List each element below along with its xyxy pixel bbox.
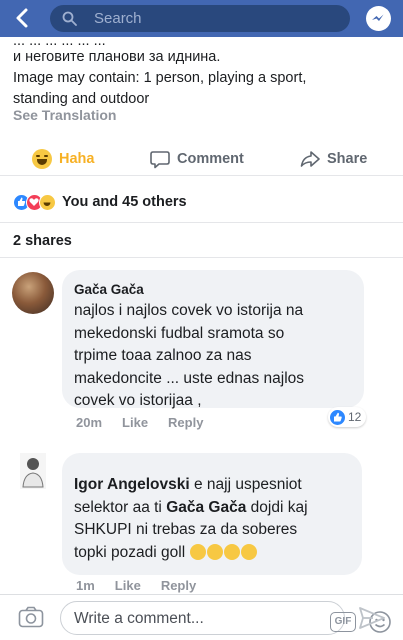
comment-fragment: topki pozadi goll bbox=[74, 543, 186, 561]
see-translation-link[interactable]: See Translation bbox=[13, 107, 116, 123]
caption-line: Image may contain: 1 person, playing a s… bbox=[13, 70, 307, 86]
comment-meta: 20m Like Reply bbox=[76, 415, 203, 430]
post-caption: ... ... ... ... ... ... и неговите плано… bbox=[13, 36, 393, 110]
comment-bubble: Gača Gača najlos i najlos covek vo istor… bbox=[62, 270, 364, 409]
comment-time: 1m bbox=[76, 578, 95, 593]
messenger-icon[interactable] bbox=[366, 6, 391, 31]
like-reaction-icon bbox=[330, 409, 345, 425]
comment-button[interactable]: Comment bbox=[150, 148, 244, 170]
share-button[interactable]: Share bbox=[300, 148, 367, 170]
divider bbox=[0, 222, 403, 223]
comment-time: 20m bbox=[76, 415, 103, 430]
comment-reply-link[interactable]: Reply bbox=[168, 415, 203, 430]
share-icon bbox=[300, 151, 320, 167]
divider bbox=[0, 257, 403, 258]
gif-button[interactable]: GIF bbox=[330, 612, 356, 632]
comment-line: topki pozadi goll bbox=[74, 542, 308, 568]
comment-line: covek vo istorijaa , bbox=[74, 392, 202, 409]
comment-label: Comment bbox=[177, 151, 244, 167]
comment-text: Igor Angelovski e najj uspesniot selekto… bbox=[74, 474, 308, 567]
comment-reply-link[interactable]: Reply bbox=[161, 578, 196, 593]
comment-bubble: Igor Angelovski e najj uspesniot selekto… bbox=[62, 453, 362, 575]
top-bar: Search bbox=[0, 0, 403, 37]
search-placeholder: Search bbox=[94, 10, 142, 27]
comment-composer: Write a comment... GIF bbox=[0, 594, 403, 640]
comment-line: mekedonski fudbal sramota so bbox=[74, 324, 285, 342]
search-icon bbox=[62, 11, 77, 26]
clapping-emoji-icon bbox=[207, 543, 224, 560]
comment-like-count: 12 bbox=[348, 410, 362, 424]
clapping-emoji-icon bbox=[190, 543, 207, 560]
mention-link[interactable]: Gača Gača bbox=[166, 499, 246, 516]
avatar[interactable] bbox=[20, 453, 46, 489]
share-label: Share bbox=[327, 151, 368, 167]
comment-like-link[interactable]: Like bbox=[115, 578, 141, 593]
comment-like-badge[interactable]: 12 bbox=[328, 407, 367, 427]
comment-fragment: selektor aa ti bbox=[74, 498, 167, 516]
reactions-summary[interactable]: You and 45 others bbox=[13, 192, 187, 212]
comment-fragment: dojdi kaj bbox=[246, 498, 308, 516]
caption-line: и неговите планови за иднина. bbox=[13, 49, 221, 65]
comment-line: najlos i najlos covek vo istorija na bbox=[74, 302, 304, 319]
back-arrow-icon[interactable] bbox=[12, 7, 34, 29]
haha-button[interactable]: Haha bbox=[32, 148, 94, 170]
comment-line: makedoncite ... uste ednas najlos bbox=[74, 369, 305, 387]
shares-count[interactable]: 2 shares bbox=[13, 233, 72, 249]
haha-label: Haha bbox=[59, 151, 95, 167]
comment-fragment: e najj uspesniot bbox=[189, 476, 302, 493]
comment-input-placeholder: Write a comment... bbox=[74, 610, 204, 627]
haha-emoji-icon bbox=[32, 149, 52, 169]
camera-icon[interactable] bbox=[18, 606, 44, 628]
search-input[interactable]: Search bbox=[50, 5, 350, 32]
comment-line: selektor aa ti Gača Gača dojdi kaj bbox=[74, 497, 308, 520]
laughing-emoji-icon bbox=[224, 543, 241, 560]
send-icon[interactable] bbox=[358, 606, 386, 630]
comment-icon bbox=[150, 150, 170, 168]
haha-reaction-icon bbox=[39, 193, 56, 211]
post-action-bar: Haha Comment Share bbox=[0, 140, 403, 176]
mention-link[interactable]: Igor Angelovski bbox=[74, 476, 190, 493]
comment-input[interactable]: Write a comment... GIF bbox=[60, 601, 391, 635]
comment-line: trpime toaa zalnoo za nas bbox=[74, 347, 252, 364]
comment-text: najlos i najlos covek vo istorija na mek… bbox=[74, 300, 304, 413]
comment-line: Igor Angelovski e najj uspesniot bbox=[74, 474, 308, 497]
comment-meta: 1m Like Reply bbox=[76, 578, 196, 593]
comment-author[interactable]: Gača Gača bbox=[74, 282, 144, 297]
comment-like-link[interactable]: Like bbox=[122, 415, 148, 430]
caption-cut-line: ... ... ... ... ... ... bbox=[13, 36, 106, 46]
comment-line: SHKUPI ni trebas za da soberes bbox=[74, 521, 298, 538]
laughing-emoji-icon bbox=[241, 543, 258, 560]
reactions-count-text: You and 45 others bbox=[62, 194, 187, 210]
emoji-row bbox=[189, 543, 258, 568]
avatar[interactable] bbox=[12, 272, 54, 314]
